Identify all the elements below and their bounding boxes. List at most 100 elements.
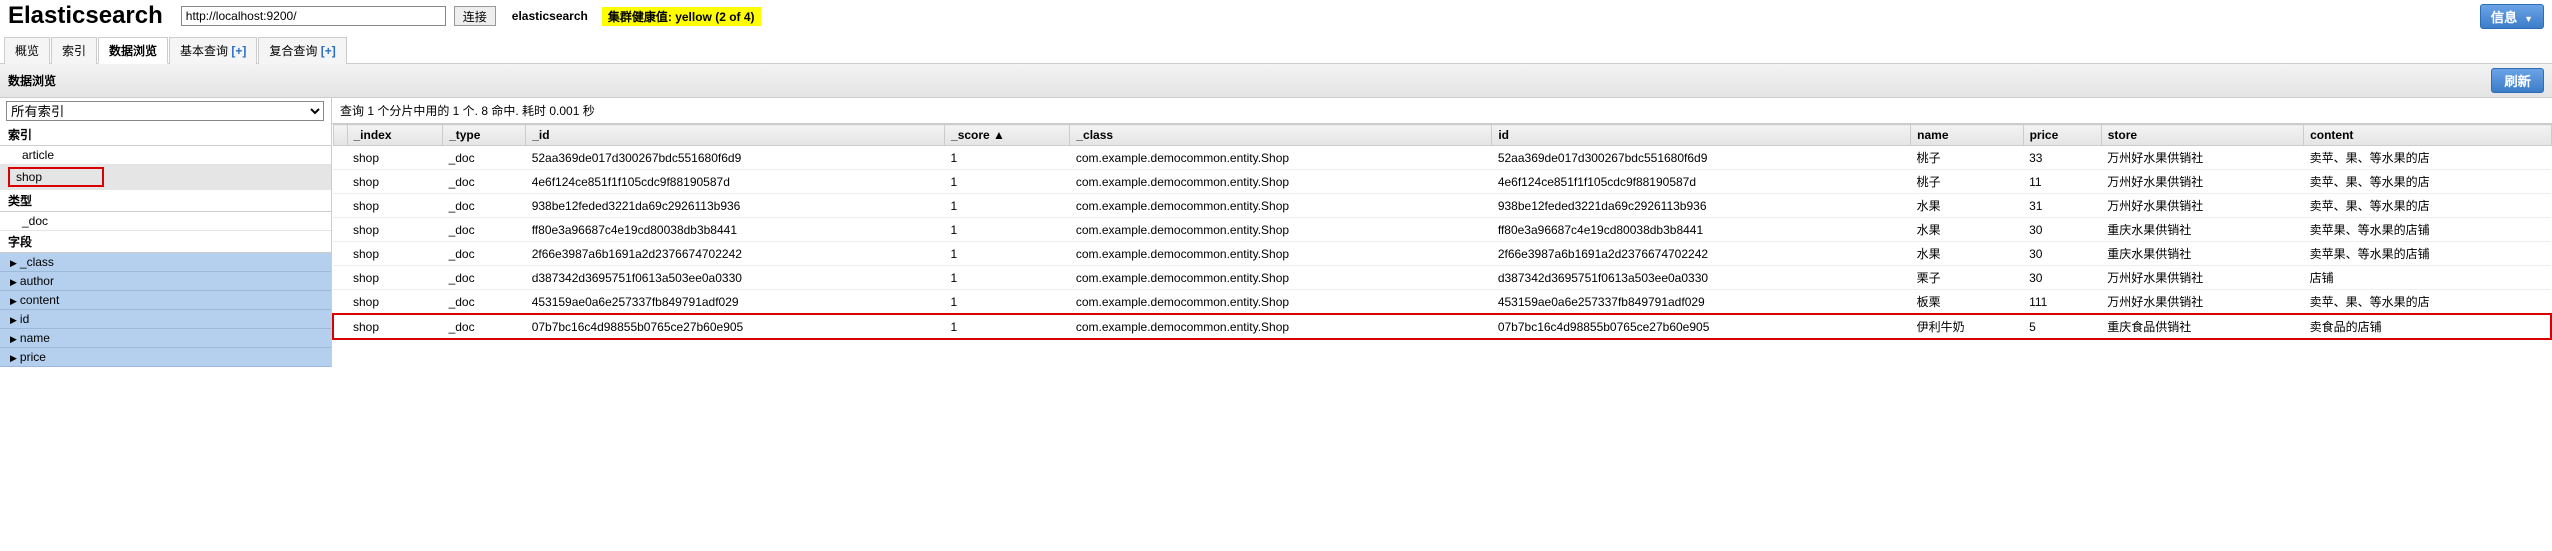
column-header-store[interactable]: store: [2101, 125, 2303, 146]
cell-_index: shop: [347, 170, 443, 194]
cell-_class: com.example.democommon.entity.Shop: [1070, 170, 1492, 194]
field-item-id[interactable]: ▶id: [0, 310, 331, 329]
cluster-url-input[interactable]: [181, 6, 446, 26]
table-row[interactable]: shop_doc938be12feded3221da69c2926113b936…: [333, 194, 2551, 218]
cell-price: 30: [2023, 242, 2101, 266]
triangle-right-icon: ▶: [10, 277, 17, 287]
cell-_score: 1: [945, 266, 1070, 290]
cell-id: 4e6f124ce851f1f105cdc9f88190587d: [1492, 170, 1911, 194]
cell-_type: _doc: [443, 146, 526, 170]
cell-name: 板栗: [1911, 290, 2023, 315]
column-header-_id[interactable]: _id: [526, 125, 945, 146]
triangle-right-icon: ▶: [10, 334, 17, 344]
plus-icon: [+]: [317, 44, 335, 58]
field-item-name[interactable]: ▶name: [0, 329, 331, 348]
cell-_score: 1: [945, 314, 1070, 339]
cell-content: 卖食品的店铺: [2304, 314, 2551, 339]
triangle-right-icon: ▶: [10, 296, 17, 306]
cell-_type: _doc: [443, 218, 526, 242]
index-select[interactable]: 所有索引: [6, 101, 324, 121]
cell-_id: 07b7bc16c4d98855b0765ce27b60e905: [526, 314, 945, 339]
cell-_index: shop: [347, 314, 443, 339]
cell-content: 卖苹果、等水果的店铺: [2304, 218, 2551, 242]
column-header-content[interactable]: content: [2304, 125, 2551, 146]
field-item-price[interactable]: ▶price: [0, 348, 331, 367]
index-item-article[interactable]: article: [0, 146, 331, 165]
table-row[interactable]: shop_docd387342d3695751f0613a503ee0a0330…: [333, 266, 2551, 290]
field-label: _class: [20, 255, 54, 269]
tab-1[interactable]: 索引: [51, 37, 97, 64]
tab-2[interactable]: 数据浏览: [98, 37, 168, 64]
cell-name: 水果: [1911, 194, 2023, 218]
cell-_index: shop: [347, 242, 443, 266]
tab-label: 数据浏览: [109, 44, 157, 58]
cell-store: 重庆水果供销社: [2101, 218, 2303, 242]
tab-3[interactable]: 基本查询 [+]: [169, 37, 257, 64]
column-header-_score[interactable]: _score ▲: [945, 125, 1070, 146]
column-header-_index[interactable]: _index: [347, 125, 443, 146]
tab-4[interactable]: 复合查询 [+]: [258, 37, 346, 64]
section-title-types: 类型: [0, 190, 331, 212]
cell-_score: 1: [945, 170, 1070, 194]
cell-_id: ff80e3a96687c4e19cd80038db3b8441: [526, 218, 945, 242]
table-row[interactable]: shop_doc 4e6f124ce851f1f105cdc9f88190587d…: [333, 170, 2551, 194]
cell-_score: 1: [945, 218, 1070, 242]
table-row[interactable]: shop_docff80e3a96687c4e19cd80038db3b8441…: [333, 218, 2551, 242]
column-header-price[interactable]: price: [2023, 125, 2101, 146]
row-spacer: [333, 194, 347, 218]
cell-_class: com.example.democommon.entity.Shop: [1070, 218, 1492, 242]
field-label: id: [20, 312, 29, 326]
cell-price: 5: [2023, 314, 2101, 339]
field-item-content[interactable]: ▶content: [0, 291, 331, 310]
cell-price: 111: [2023, 290, 2101, 315]
table-row[interactable]: shop_doc453159ae0a6e257337fb849791adf029…: [333, 290, 2551, 315]
cell-price: 30: [2023, 266, 2101, 290]
table-row[interactable]: shop_doc52aa369de017d300267bdc551680f6d9…: [333, 146, 2551, 170]
cell-id: 07b7bc16c4d98855b0765ce27b60e905: [1492, 314, 1911, 339]
row-spacer: [333, 146, 347, 170]
field-item-author[interactable]: ▶author: [0, 272, 331, 291]
cell-id: 2f66e3987a6b1691a2d2376674702242: [1492, 242, 1911, 266]
triangle-right-icon: ▶: [10, 353, 17, 363]
cell-_index: shop: [347, 194, 443, 218]
connect-button[interactable]: 连接: [454, 6, 496, 26]
cell-_id: 453159ae0a6e257337fb849791adf029: [526, 290, 945, 315]
column-header-_class[interactable]: _class: [1070, 125, 1492, 146]
tab-0[interactable]: 概览: [4, 37, 50, 64]
cell-_type: _doc: [443, 314, 526, 339]
cell-price: 31: [2023, 194, 2101, 218]
cell-name: 伊利牛奶: [1911, 314, 2023, 339]
cell-content: 卖苹、果、等水果的店: [2304, 194, 2551, 218]
cell-id: 938be12feded3221da69c2926113b936: [1492, 194, 1911, 218]
cell-content: 卖苹、果、等水果的店: [2304, 290, 2551, 315]
row-spacer: [333, 314, 347, 339]
cell-name: 桃子: [1911, 146, 2023, 170]
index-item-shop[interactable]: shop: [0, 165, 331, 190]
app-logo: Elasticsearch: [8, 2, 163, 30]
results-table: _index_type_id_score ▲_classidnameprices…: [332, 124, 2552, 340]
field-item-_class[interactable]: ▶_class: [0, 253, 331, 272]
cell-_index: shop: [347, 218, 443, 242]
type-item-_doc[interactable]: _doc: [0, 212, 331, 231]
info-button[interactable]: 信息 ▼: [2480, 4, 2544, 29]
column-header-id[interactable]: id: [1492, 125, 1911, 146]
cell-_class: com.example.democommon.entity.Shop: [1070, 314, 1492, 339]
cell-store: 万州好水果供销社: [2101, 266, 2303, 290]
table-row[interactable]: shop_doc07b7bc16c4d98855b0765ce27b60e905…: [333, 314, 2551, 339]
cell-_id: 938be12feded3221da69c2926113b936: [526, 194, 945, 218]
column-header-spacer: [333, 125, 347, 146]
refresh-button[interactable]: 刷新: [2491, 68, 2544, 93]
cell-store: 万州好水果供销社: [2101, 290, 2303, 315]
cell-_class: com.example.democommon.entity.Shop: [1070, 194, 1492, 218]
cell-content: 卖苹、果、等水果的店: [2304, 170, 2551, 194]
column-header-name[interactable]: name: [1911, 125, 2023, 146]
cell-_type: _doc: [443, 170, 526, 194]
cell-store: 万州好水果供销社: [2101, 170, 2303, 194]
table-row[interactable]: shop_doc2f66e3987a6b1691a2d2376674702242…: [333, 242, 2551, 266]
cell-_score: 1: [945, 194, 1070, 218]
column-header-_type[interactable]: _type: [443, 125, 526, 146]
cell-store: 万州好水果供销社: [2101, 146, 2303, 170]
cell-content: 店铺: [2304, 266, 2551, 290]
cell-content: 卖苹果、等水果的店铺: [2304, 242, 2551, 266]
tab-label: 索引: [62, 44, 86, 58]
